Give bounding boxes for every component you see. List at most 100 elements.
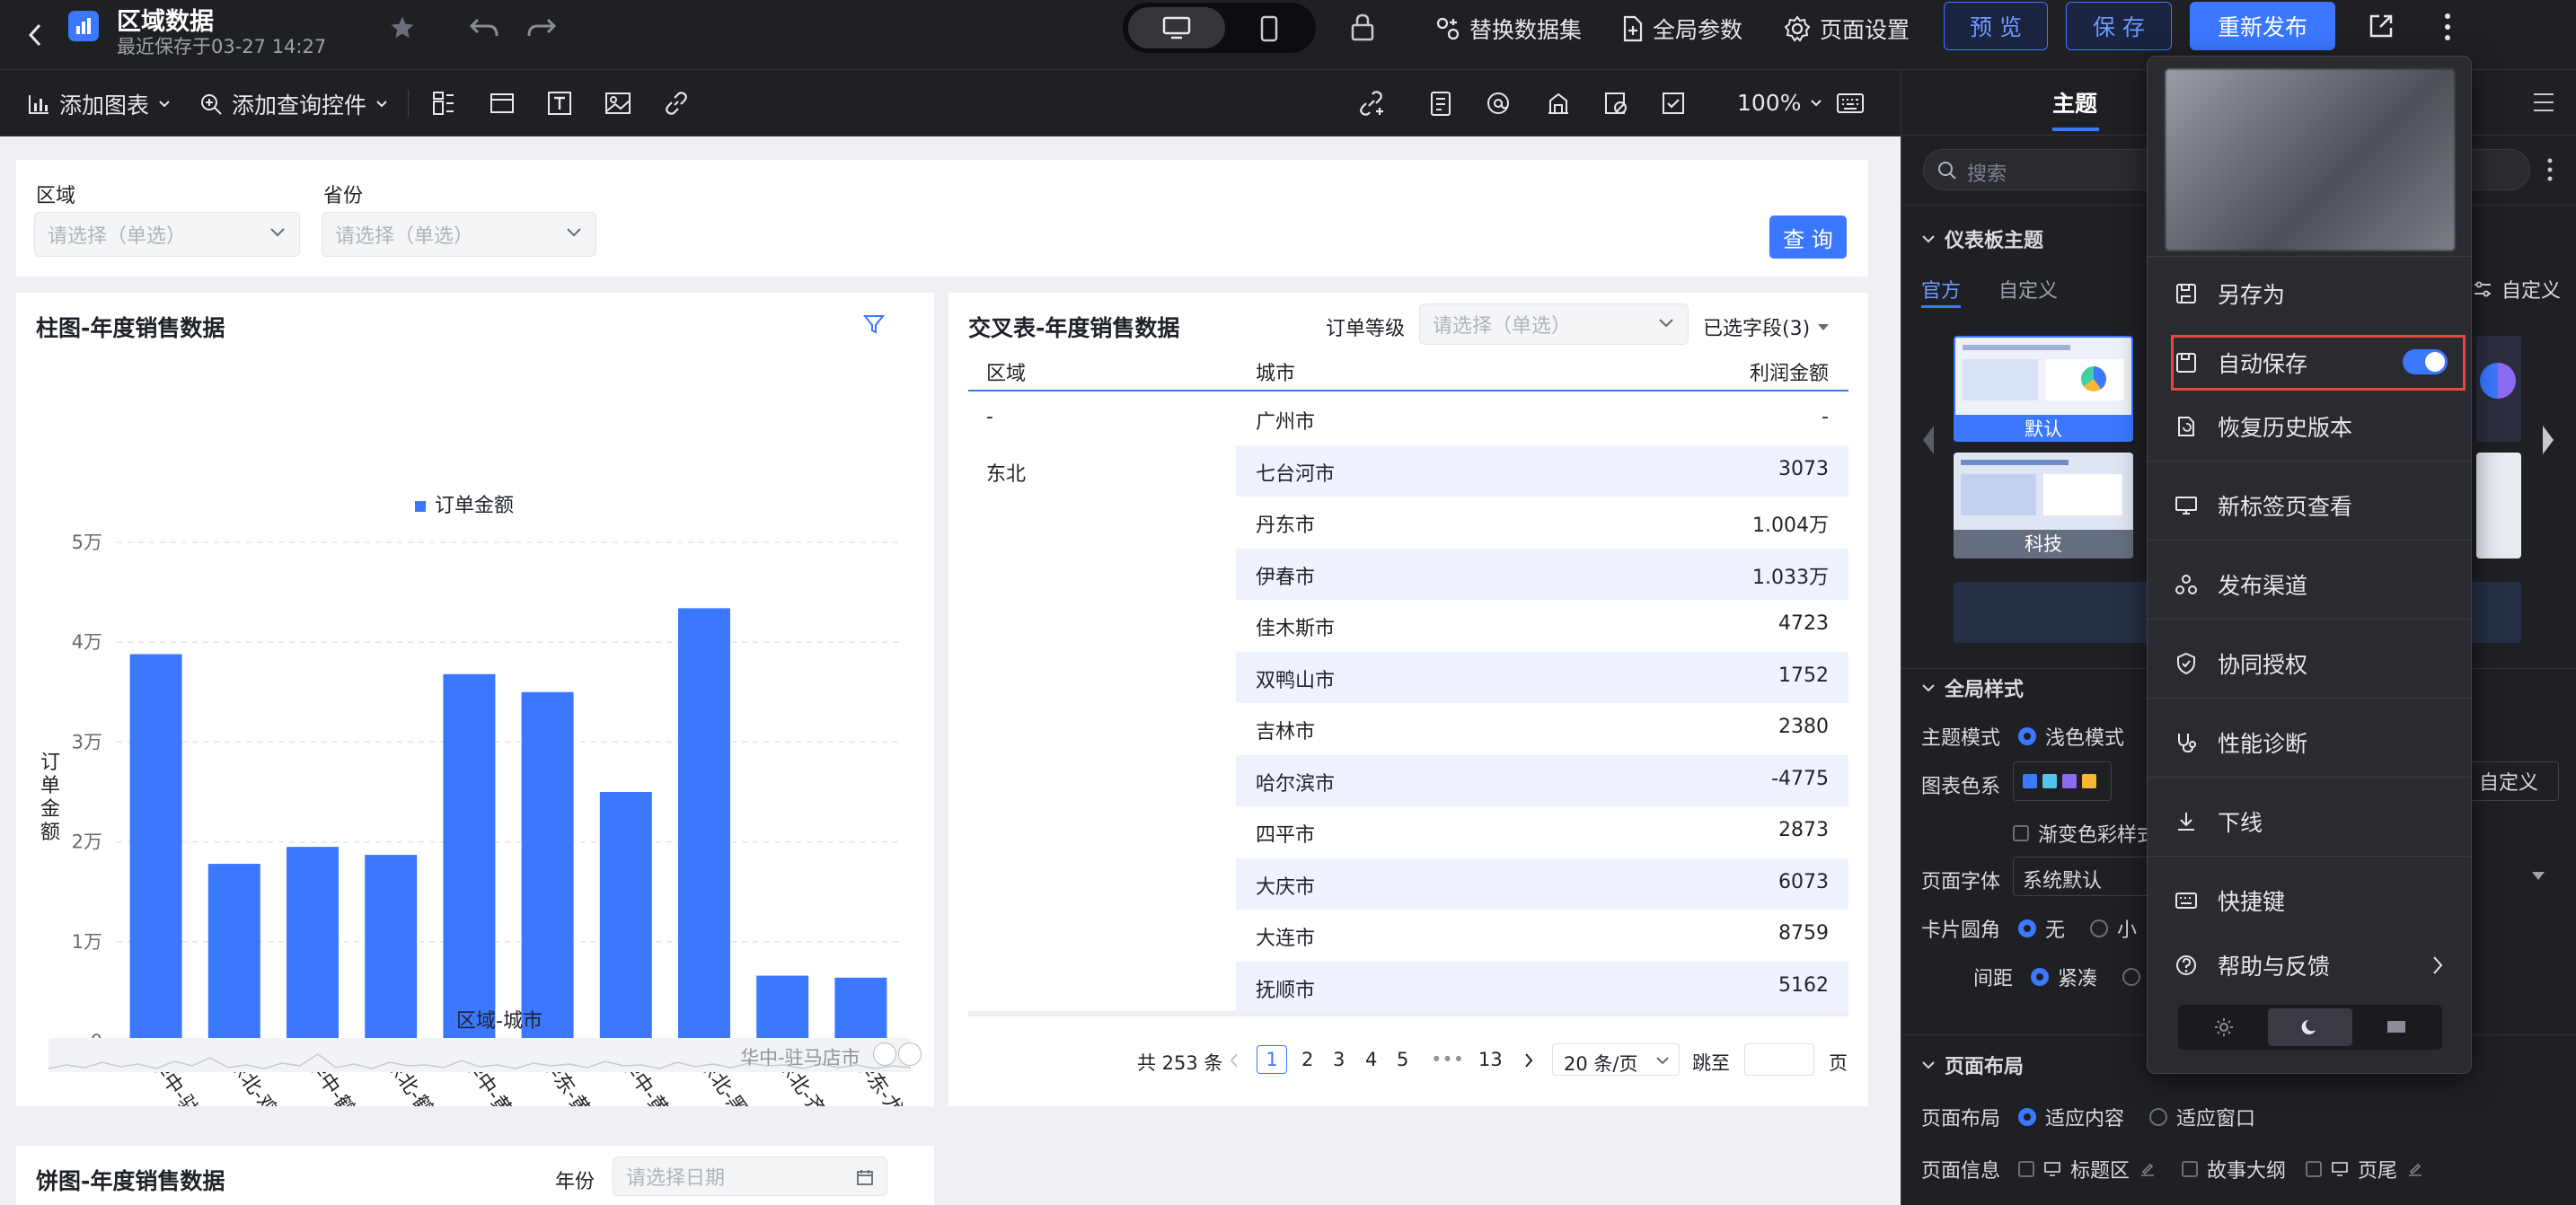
scroll-handle-left[interactable]: [873, 1042, 896, 1066]
auto-save-toggle[interactable]: [2403, 349, 2448, 374]
outline-list-icon[interactable]: [2530, 90, 2557, 115]
light-mode-button[interactable]: [2182, 1008, 2266, 1046]
scroll-handle-right[interactable]: [898, 1042, 922, 1066]
spacing-compact-radio[interactable]: [2031, 968, 2050, 986]
tab-theme[interactable]: 主题: [2052, 86, 2099, 131]
replace-dataset-button[interactable]: 替换数据集: [1435, 13, 1582, 45]
theme-thumb-tech[interactable]: 科技: [1954, 453, 2133, 559]
desktop-mode-button[interactable]: [1128, 7, 1225, 48]
carousel-prev-icon[interactable]: [1919, 424, 1937, 456]
radius-none-radio[interactable]: [2018, 919, 2037, 937]
menu-collab-auth[interactable]: 协同授权: [2148, 638, 2471, 689]
custom-colors-button[interactable]: 自定义: [2458, 761, 2559, 801]
chart-color-picker[interactable]: [2013, 761, 2112, 801]
zoom-select[interactable]: 100%: [1737, 90, 1822, 116]
carousel-next-icon[interactable]: [2539, 424, 2557, 456]
hide-icon[interactable]: [1602, 90, 1629, 117]
prev-page-icon[interactable]: [1229, 1052, 1239, 1069]
fields-selected-button[interactable]: 已选字段(3): [1703, 312, 1830, 341]
save-button[interactable]: 保 存: [2066, 2, 2172, 50]
edit-icon[interactable]: [2139, 1160, 2157, 1178]
spacing-normal-radio[interactable]: [2122, 968, 2141, 986]
undo-button[interactable]: [469, 14, 499, 41]
page-info-outline-checkbox[interactable]: [2182, 1161, 2199, 1177]
jump-input[interactable]: [1744, 1043, 1814, 1076]
keyboard-icon[interactable]: [1836, 92, 1865, 115]
menu-save-as[interactable]: 另存为: [2148, 268, 2471, 319]
republish-button[interactable]: 重新发布: [2190, 2, 2335, 50]
mention-icon[interactable]: [1484, 90, 1513, 117]
menu-perf-diag[interactable]: 性能诊断: [2148, 717, 2471, 768]
year-date-picker[interactable]: 请选择日期: [613, 1157, 887, 1196]
edit-icon[interactable]: [2406, 1160, 2424, 1178]
page-5[interactable]: 5: [1397, 1049, 1408, 1070]
menu-publish-channel[interactable]: 发布渠道: [2148, 559, 2471, 610]
page-font-select[interactable]: 系统默认: [2013, 857, 2166, 896]
image-icon[interactable]: [604, 90, 632, 117]
open-external-button[interactable]: [2368, 13, 2395, 40]
building-icon[interactable]: [1545, 90, 1572, 117]
custom-theme-button[interactable]: 自定义: [2473, 275, 2561, 303]
page-3[interactable]: 3: [1333, 1049, 1345, 1070]
next-page-icon[interactable]: [1523, 1052, 1534, 1069]
dark-mode-button[interactable]: [2268, 1008, 2352, 1046]
query-button-label: 查 询: [1783, 226, 1833, 252]
page-layout-header[interactable]: 页面布局: [1921, 1051, 2024, 1079]
global-params-button[interactable]: 全局参数: [1620, 13, 1742, 45]
layout-fit-window-radio[interactable]: [2149, 1108, 2168, 1126]
favorite-button[interactable]: [389, 14, 416, 41]
lock-button[interactable]: [1349, 13, 1376, 41]
gradient-checkbox[interactable]: [2013, 825, 2029, 841]
menu-help-feedback[interactable]: 帮助与反馈: [2148, 940, 2471, 990]
query-button[interactable]: 查 询: [1769, 215, 1847, 259]
menu-new-tab-view[interactable]: 新标签页查看: [2148, 480, 2471, 531]
province-select[interactable]: 请选择（单选）: [322, 212, 596, 257]
page-ellipsis[interactable]: •••: [1431, 1049, 1464, 1070]
chevron-down-icon: [270, 228, 285, 237]
global-style-header[interactable]: 全局样式: [1921, 673, 2024, 702]
theme-thumb-default[interactable]: 默认: [1954, 336, 2133, 442]
text-icon[interactable]: [546, 90, 573, 117]
back-button[interactable]: [27, 22, 45, 48]
page-2[interactable]: 2: [1301, 1049, 1313, 1070]
link-icon[interactable]: [663, 90, 690, 117]
mobile-mode-button[interactable]: [1229, 7, 1310, 48]
cell-profit: 5162: [1778, 973, 1829, 997]
container-icon[interactable]: [489, 90, 516, 117]
theme-thumb-dark-1[interactable]: [2476, 336, 2521, 442]
order-level-select[interactable]: 请选择（单选）: [1419, 303, 1689, 345]
redo-button[interactable]: [526, 14, 557, 41]
check-list-icon[interactable]: [1660, 90, 1687, 117]
theme-tab-official[interactable]: 官方: [1921, 275, 1961, 303]
radius-small-radio[interactable]: [2090, 919, 2109, 937]
menu-offline[interactable]: 下线: [2148, 796, 2471, 847]
page-settings-button[interactable]: 页面设置: [1784, 13, 1910, 45]
page-4[interactable]: 4: [1365, 1049, 1377, 1070]
gradient-option[interactable]: 渐变色彩样式: [2013, 819, 2157, 848]
chevron-down-icon: [1659, 319, 1673, 328]
page-size-select[interactable]: 20 条/页: [1552, 1043, 1680, 1076]
font-select-caret-icon[interactable]: [2530, 869, 2546, 882]
page-1[interactable]: 1: [1257, 1045, 1287, 1074]
dashboard-theme-header[interactable]: 仪表板主题: [1921, 224, 2043, 253]
region-select[interactable]: 请选择（单选）: [34, 212, 300, 257]
more-vertical-icon[interactable]: [2541, 156, 2559, 183]
theme-mode-light-radio[interactable]: [2018, 727, 2037, 745]
theme-tab-custom[interactable]: 自定义: [1998, 275, 2058, 303]
menu-shortcuts[interactable]: 快捷键: [2148, 875, 2471, 926]
linkage-icon[interactable]: [1358, 90, 1387, 117]
page-info-title-checkbox[interactable]: [2018, 1161, 2035, 1177]
theme-thumb-dark-2[interactable]: [2476, 453, 2521, 559]
more-menu-button[interactable]: [2434, 11, 2461, 43]
add-chart-button[interactable]: 添加图表: [27, 88, 171, 120]
chart-scrollbar[interactable]: 华中-驻马店市: [48, 1038, 922, 1072]
add-query-control-button[interactable]: 添加查询控件: [199, 88, 388, 120]
page-info-footer-checkbox[interactable]: [2306, 1161, 2323, 1177]
menu-restore-history[interactable]: 恢复历史版本: [2148, 401, 2471, 452]
report-icon[interactable]: [1428, 90, 1453, 117]
preview-button[interactable]: 预 览: [1944, 2, 2048, 50]
layout-fit-content-radio[interactable]: [2018, 1108, 2037, 1126]
system-mode-button[interactable]: [2354, 1008, 2439, 1046]
page-last[interactable]: 13: [1478, 1049, 1503, 1070]
tab-layout-icon[interactable]: [431, 90, 456, 117]
